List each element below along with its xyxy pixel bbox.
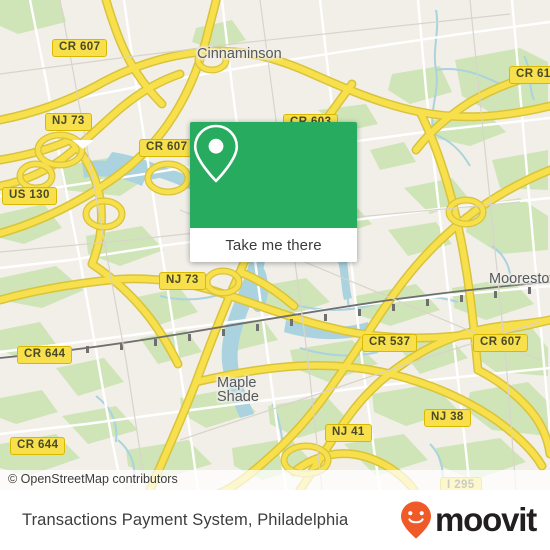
- take-me-there-label: Take me there: [225, 236, 322, 254]
- popup-image-panel: [190, 122, 357, 228]
- road-shield-nj73-lower[interactable]: NJ 73: [159, 272, 206, 290]
- popup-action-panel[interactable]: Take me there: [190, 228, 357, 262]
- moovit-wordmark: moovit: [435, 501, 537, 538]
- location-title: Transactions Payment System, Philadelphi…: [22, 510, 349, 529]
- place-label-moorestown: Moorestown: [489, 271, 550, 287]
- map-pin-icon: [193, 124, 239, 183]
- place-label-maple-shade: Maple Shade: [217, 375, 259, 405]
- location-popup-card[interactable]: Take me there: [190, 122, 357, 262]
- road-shield-cr644-lower[interactable]: CR 644: [10, 437, 66, 455]
- road-shield-cr613[interactable]: CR 613: [509, 66, 550, 84]
- road-shield-cr607-w[interactable]: CR 607: [139, 139, 195, 157]
- place-label-cinnaminson: Cinnaminson: [197, 46, 282, 62]
- map-canvas[interactable]: Cinnaminson Moorestown Maple Shade CR 60…: [0, 0, 550, 490]
- road-shield-cr537[interactable]: CR 537: [362, 334, 418, 352]
- road-shield-cr607-nw[interactable]: CR 607: [52, 39, 108, 57]
- osm-attribution[interactable]: © OpenStreetMap contributors: [0, 470, 550, 490]
- footer-bar: Transactions Payment System, Philadelphi…: [0, 490, 550, 550]
- moovit-logo[interactable]: moovit: [399, 500, 537, 540]
- road-shield-nj73-upper[interactable]: NJ 73: [45, 113, 92, 131]
- road-shield-nj41[interactable]: NJ 41: [325, 424, 372, 442]
- moovit-pin-smiley-icon: [401, 501, 432, 539]
- road-shield-cr607-e[interactable]: CR 607: [473, 334, 529, 352]
- road-shield-cr644-upper[interactable]: CR 644: [17, 346, 73, 364]
- popup-pointer-tail: [72, 140, 94, 149]
- map-screenshot: Cinnaminson Moorestown Maple Shade CR 60…: [0, 0, 550, 550]
- road-shield-us130[interactable]: US 130: [2, 187, 57, 205]
- road-shield-nj38[interactable]: NJ 38: [424, 409, 471, 427]
